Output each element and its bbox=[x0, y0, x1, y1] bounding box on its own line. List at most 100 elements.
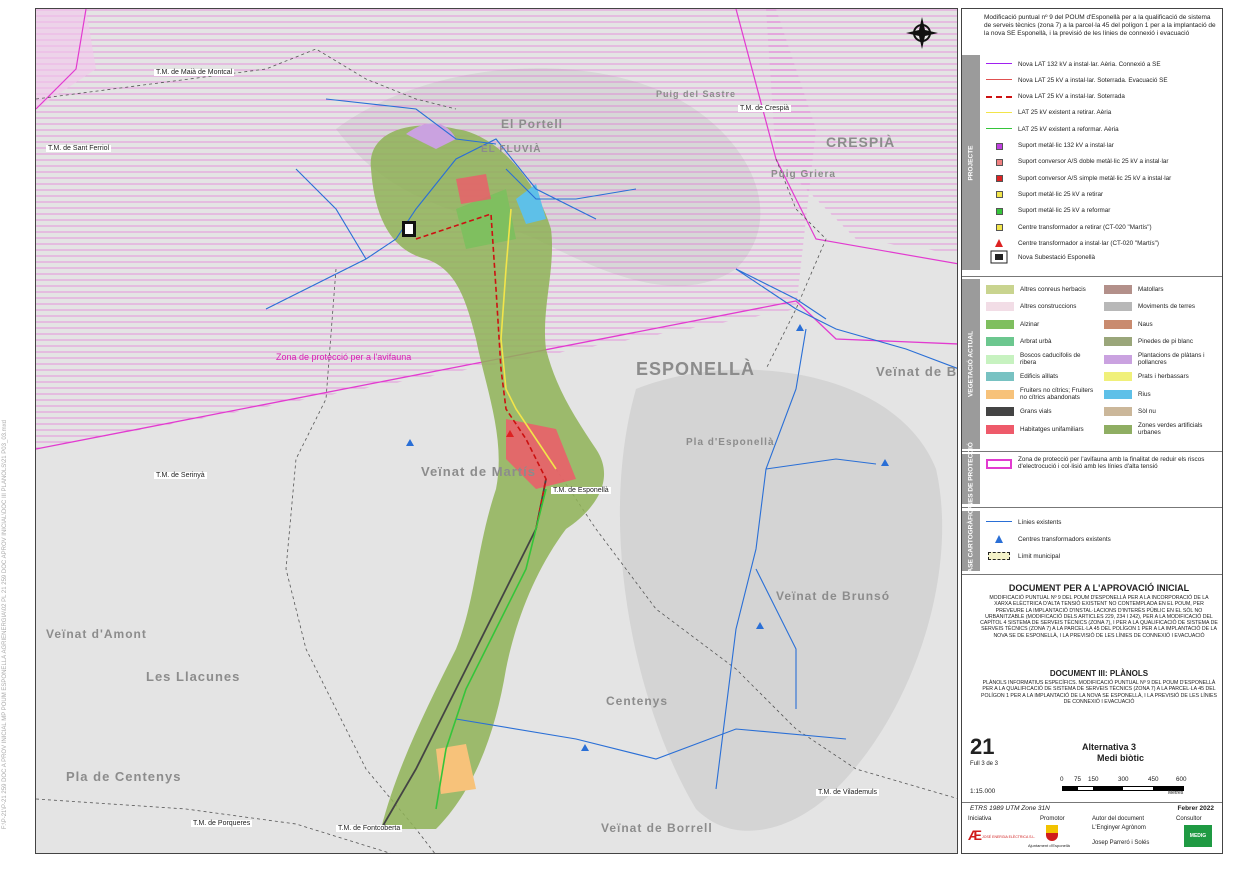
lat25ref-symbol bbox=[986, 124, 1012, 134]
municipal-label: T.M. de Sant Ferriol bbox=[46, 145, 112, 152]
legend-label: Suport metàl·lic 25 kV a retirar bbox=[1018, 190, 1104, 198]
legend-project-item: Nova Subestació Esponellà bbox=[986, 250, 1096, 264]
vegetation-swatch bbox=[986, 354, 1014, 364]
crs-text: ETRS 1989 UTM Zone 31N bbox=[970, 805, 1050, 812]
legend-label: Suport conversor A/S simple metàl·lic 25… bbox=[1018, 174, 1172, 182]
vegetation-swatch bbox=[986, 302, 1014, 311]
scale-bar: 0 75 150 300 450 600 Metres bbox=[1060, 776, 1187, 796]
legend-label: Plantacions de plàtans i pollancres bbox=[1138, 352, 1205, 366]
legend-label: Moviments de terres bbox=[1138, 303, 1196, 310]
footer-consultor: Consultor bbox=[1176, 816, 1202, 822]
legend-label: Nova Subestació Esponellà bbox=[1018, 253, 1096, 261]
legend-label: Naus bbox=[1138, 320, 1153, 328]
map-canvas bbox=[36, 9, 957, 853]
supsimple-symbol bbox=[986, 173, 1012, 183]
alternative-title: Alternativa 3 bbox=[1082, 742, 1137, 752]
north-arrow-icon bbox=[906, 17, 938, 49]
legend-label: Edificis aïllats bbox=[1020, 373, 1059, 380]
legend-label: Suport metàl·lic 25 kV a reformar bbox=[1018, 207, 1111, 215]
section-tab-base: BASE CARTOGRÀFICA bbox=[962, 505, 980, 577]
legend-label: Altres conreus herbacis bbox=[1020, 285, 1086, 293]
legend-label: Nova LAT 132 kV a instal·lar. Aèria. Con… bbox=[1018, 60, 1161, 68]
legend-vegetation-item: Altres construccions bbox=[986, 302, 1098, 312]
municipal-label: T.M. de Porqueres bbox=[191, 820, 253, 827]
legend-label: Sòl nu bbox=[1138, 408, 1156, 415]
legend-label: Centre transformador a retirar (CT-020 "… bbox=[1018, 223, 1152, 231]
legend-base-limit: Límit municipal bbox=[986, 551, 1060, 561]
legend-vegetation-item: Pinedes de pi blanc bbox=[1104, 337, 1216, 347]
legend-project-item: Nova LAT 25 kV a instal·lar. Soterrada. … bbox=[986, 75, 1168, 85]
legend-vegetation-item: Moviments de terres bbox=[1104, 302, 1216, 312]
legend-vegetation-item: Sòl nu bbox=[1104, 407, 1216, 417]
legend-panel: Modificació puntual nº 9 del POUM d'Espo… bbox=[906, 8, 1223, 854]
scale-text: 1:15.000 bbox=[970, 788, 996, 795]
file-path-note: F:\P-21\P-21 259 DOC A PROV INICIAL MP P… bbox=[2, 420, 8, 830]
legend-vegetation-item: Plantacions de plàtans i pollancres bbox=[1104, 352, 1216, 366]
legend-vegetation-item: Prats i herbassars bbox=[1104, 372, 1216, 382]
municipal-label: T.M. de Vilademuls bbox=[816, 789, 880, 796]
vegetation-swatch bbox=[1104, 319, 1132, 329]
place-label: Veïnat de Brunsó bbox=[776, 589, 891, 603]
place-label: Les Llacunes bbox=[146, 669, 241, 684]
legend-label: LAT 25 kV existent a reformar. Aèria bbox=[1018, 125, 1119, 133]
legend-vegetation-item: Fruiters no cítrics; Fruiters no cítrics… bbox=[986, 387, 1098, 401]
ajuntament-text: Ajuntament d'Esponellà bbox=[1028, 843, 1070, 848]
footer-promotor: Promotor bbox=[1040, 816, 1065, 822]
company-logo-icon: Æ bbox=[968, 827, 982, 843]
author-name: Josep Parreró i Solés bbox=[1092, 840, 1150, 846]
map-frame[interactable]: ESPONELLÀ CRESPIÀ Veïnat de Batllori Veï… bbox=[35, 8, 958, 854]
municipal-label: T.M. de Fontcoberta bbox=[336, 825, 403, 832]
municipal-label: T.M. de Esponellà bbox=[551, 487, 611, 494]
se-symbol bbox=[986, 250, 1012, 264]
vegetation-swatch bbox=[1104, 302, 1132, 311]
footer-iniciativa: Iniciativa bbox=[968, 816, 992, 822]
place-label: Centenys bbox=[606, 694, 669, 708]
municipal-label: T.M. de Maià de Montcal bbox=[154, 69, 235, 76]
place-label: El Portell bbox=[501, 117, 564, 131]
legend-project-item: Suport conversor A/S simple metàl·lic 25… bbox=[986, 173, 1171, 183]
legend-label: Nova LAT 25 kV a instal·lar. Soterrada. … bbox=[1018, 76, 1168, 84]
supdoble-symbol bbox=[986, 157, 1012, 167]
sheet-of: Full 3 de 3 bbox=[970, 761, 999, 767]
legend-label: Habitatges unifamiliars bbox=[1020, 425, 1084, 433]
place-label: Veïnat de Borrell bbox=[601, 821, 713, 835]
legend-label: Pinedes de pi blanc bbox=[1138, 338, 1193, 345]
vegetation-swatch bbox=[1104, 424, 1132, 434]
place-label: CRESPIÀ bbox=[826, 134, 896, 150]
ctins-symbol bbox=[986, 238, 1012, 248]
legend-label: Arbrat urbà bbox=[1020, 338, 1052, 345]
consultor-logo-icon: MEDIG bbox=[1184, 825, 1212, 847]
place-label: Puig del Sastre bbox=[656, 89, 737, 99]
legend-label: Rius bbox=[1138, 390, 1151, 398]
legend-project-item: Suport metàl·lic 132 kV a instal·lar bbox=[986, 141, 1114, 151]
lat25sot-symbol bbox=[986, 92, 1012, 102]
document-iii-title: DOCUMENT III: PLÀNOLS bbox=[1049, 669, 1149, 678]
alternative-subtitle: Medi biòtic bbox=[1097, 753, 1144, 763]
legend-project-item: Centre transformador a retirar (CT-020 "… bbox=[986, 222, 1152, 232]
document-title: DOCUMENT PER A L'APROVACIÓ INICIAL bbox=[1008, 583, 1190, 593]
date-text: Febrer 2022 bbox=[1177, 805, 1215, 812]
legend-vegetation-item: Matollars bbox=[1104, 284, 1216, 294]
substation-icon-inner bbox=[405, 224, 413, 234]
vegetation-swatch bbox=[986, 319, 1014, 329]
vegetation-swatch bbox=[1104, 372, 1132, 381]
legend-project-item: LAT 25 kV existent a retirar. Aèria bbox=[986, 108, 1111, 118]
place-label: ESPONELLÀ bbox=[636, 359, 756, 379]
legend-vegetation-item: Alzinar bbox=[986, 319, 1098, 329]
vegetation-swatch bbox=[1104, 389, 1132, 399]
protection-zone-legend: Zona de protecció per l'avifauna amb la … bbox=[1018, 456, 1205, 470]
vegetation-swatch bbox=[986, 372, 1014, 381]
legend-label: Nova LAT 25 kV a instal·lar. Soterrada bbox=[1018, 93, 1125, 101]
legend-project-item: Suport metàl·lic 25 kV a reformar bbox=[986, 206, 1110, 216]
section-tab-vegetacio: VEGETACIÓ ACTUAL bbox=[962, 279, 980, 449]
supret-symbol bbox=[986, 189, 1012, 199]
sup132-symbol bbox=[986, 141, 1012, 151]
municipal-label: T.M. de Crespià bbox=[738, 105, 792, 112]
place-label: Pla d'Esponellà bbox=[686, 437, 775, 448]
place-label: Puig Griera bbox=[771, 169, 836, 180]
section-tab-zones: ZONES DE PROTECCIÓ bbox=[962, 442, 980, 516]
legend-vegetation-item: Altres conreus herbacis bbox=[986, 284, 1098, 294]
legend-vegetation-item: Rius bbox=[1104, 389, 1216, 399]
document-iii-description: PLÀNOLS INFORMATIUS ESPECÍFICS. MODIFICA… bbox=[981, 680, 1217, 705]
place-label: EL FLUVIÀ bbox=[481, 144, 542, 155]
